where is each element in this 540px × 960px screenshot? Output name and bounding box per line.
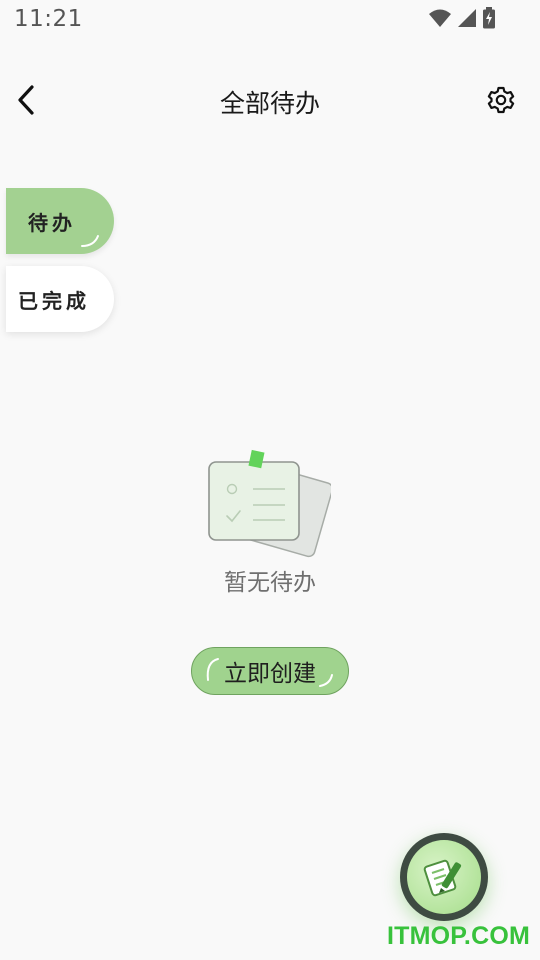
notebook-pencil-icon <box>423 859 462 897</box>
swirl-decoration-icon <box>206 658 219 681</box>
swirl-decoration-icon <box>319 674 333 687</box>
app-bar: 全部待办 <box>0 70 540 130</box>
cellular-signal-icon <box>458 9 476 27</box>
fab-inner <box>407 840 481 914</box>
status-time: 11:21 <box>14 6 83 32</box>
create-now-label: 立即创建 <box>224 661 316 687</box>
empty-state-message: 暂无待办 <box>224 570 316 596</box>
checklist-note-icon <box>205 448 334 558</box>
watermark-text: ITMOP.COM <box>386 922 530 950</box>
status-bar: 11:21 <box>0 0 540 40</box>
gear-icon <box>487 86 515 114</box>
tab-done[interactable]: 已完成 <box>6 266 114 332</box>
settings-button[interactable] <box>484 83 518 117</box>
tab-todo-label: 待办 <box>28 210 76 235</box>
tab-todo[interactable]: 待办 <box>6 188 114 254</box>
tab-done-label: 已完成 <box>18 288 90 313</box>
create-now-button[interactable]: 立即创建 <box>191 647 349 695</box>
battery-charging-icon <box>483 7 495 29</box>
wifi-icon <box>429 9 451 27</box>
swirl-decoration-icon <box>81 235 99 247</box>
page-title: 全部待办 <box>219 89 320 118</box>
new-note-fab[interactable] <box>400 833 488 921</box>
